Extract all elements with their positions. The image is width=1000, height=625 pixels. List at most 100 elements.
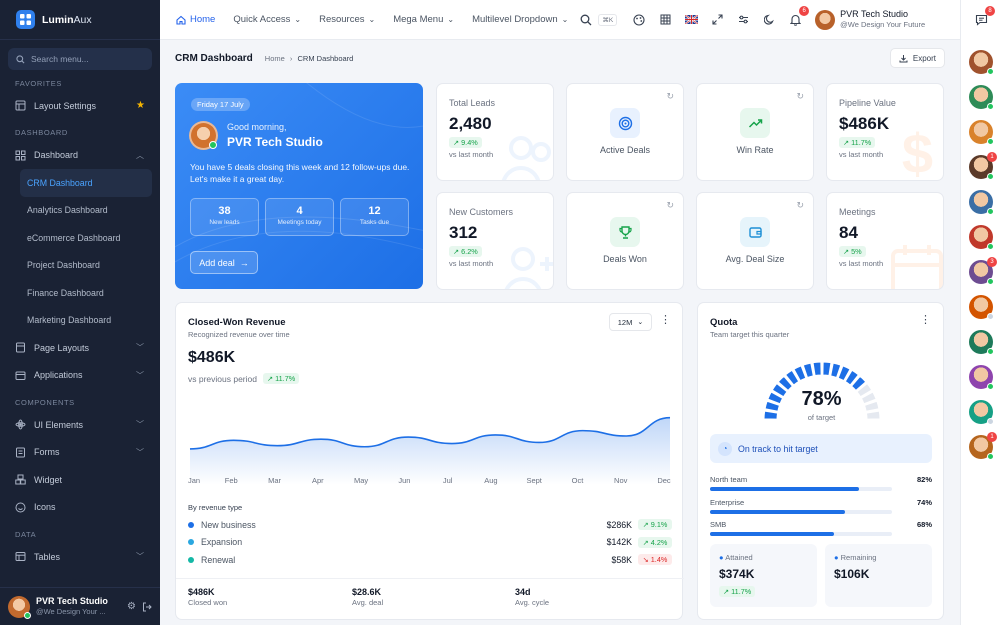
- palette-button[interactable]: [631, 12, 647, 28]
- contact-avatar[interactable]: [969, 120, 994, 145]
- legend-dot: [188, 521, 194, 528]
- quota-title: Quota: [710, 317, 738, 328]
- sidebar-search[interactable]: Search menu...: [8, 48, 152, 70]
- refresh-icon[interactable]: ↻: [666, 200, 674, 211]
- stat-value: 38: [218, 205, 231, 217]
- logout-icon[interactable]: [142, 602, 152, 612]
- contact-avatar[interactable]: [969, 330, 994, 355]
- fullscreen-button[interactable]: [709, 12, 725, 28]
- status-text: On track to hit target: [738, 443, 818, 454]
- range-select[interactable]: 12M ⌄: [609, 313, 652, 331]
- nav-mega-menu[interactable]: Mega Menu ⌄: [393, 14, 454, 25]
- breadcrumb-home[interactable]: Home: [265, 54, 285, 63]
- x-tick-label: Nov: [614, 476, 628, 485]
- sidebar-item-icons[interactable]: Icons: [0, 494, 160, 522]
- sidebar-sub-crm-dashboard[interactable]: CRM Dashboard: [20, 169, 152, 197]
- user-menu[interactable]: PVR Tech Studio @We Design Your Future: [815, 9, 925, 30]
- sidebar-sub-project-dashboard[interactable]: Project Dashboard: [0, 252, 160, 280]
- nav-label: Mega Menu: [393, 14, 444, 25]
- brand[interactable]: LuminAux: [0, 0, 160, 40]
- active-deals-card[interactable]: ↻ Active Deals: [566, 83, 684, 181]
- contact-avatar[interactable]: [969, 295, 994, 320]
- range-value: 12M: [617, 317, 633, 327]
- smile-icon: [15, 502, 26, 513]
- attained-label: ● Attained: [719, 553, 753, 562]
- deals-won-card[interactable]: ↻ Deals Won: [566, 192, 684, 290]
- team-progress-row: Enterprise 74%: [710, 498, 932, 521]
- sidebar-item-tables[interactable]: Tables ﹀: [0, 543, 160, 571]
- stat-label: Meetings today: [277, 219, 322, 226]
- sidebar-item-ui-elements[interactable]: UI Elements ﹀: [0, 411, 160, 439]
- nav-multilevel-dropdown[interactable]: Multilevel Dropdown ⌄: [472, 14, 568, 25]
- contact-avatar[interactable]: [969, 190, 994, 215]
- sidebar-sub-analytics-dashboard[interactable]: Analytics Dashboard: [0, 197, 160, 225]
- chevron-down-icon: ﹀: [136, 447, 144, 457]
- arrow-up-right-icon: ↗: [266, 374, 274, 383]
- sidebar-sub-marketing-dashboard[interactable]: Marketing Dashboard: [0, 307, 160, 335]
- nav-quick-access[interactable]: Quick Access ⌄: [233, 14, 301, 25]
- contact-avatar[interactable]: 1: [969, 432, 997, 460]
- sidebar-item-widget[interactable]: Widget: [0, 466, 160, 494]
- avatar: [8, 595, 31, 619]
- x-tick-label: Apr: [311, 476, 324, 485]
- revenue-type-row: New business $286K ↗ 9.1%: [188, 516, 672, 534]
- status-dot: [987, 243, 994, 250]
- notifications-button[interactable]: 6: [787, 5, 810, 28]
- change-badge: ↗ 11.7%: [839, 137, 876, 148]
- refresh-icon[interactable]: ↻: [796, 200, 804, 211]
- sidebar-sub-ecommerce-dashboard[interactable]: eCommerce Dashboard: [0, 224, 160, 252]
- compare-label: vs previous period: [188, 373, 257, 384]
- stat-value: $486K: [839, 114, 890, 133]
- export-button[interactable]: Export: [889, 48, 945, 68]
- chevron-up-icon: ︿: [136, 150, 144, 160]
- chat-button[interactable]: 8: [973, 6, 995, 28]
- user-subtitle: @We Design Your Future: [840, 20, 926, 30]
- sidebar-sub-finance-dashboard[interactable]: Finance Dashboard: [0, 279, 160, 307]
- nav-home[interactable]: Home: [176, 14, 215, 25]
- contact-avatar[interactable]: [969, 50, 994, 75]
- moon-icon: [763, 14, 774, 25]
- team-value: 68%: [916, 520, 932, 529]
- stat-sub: vs last month: [839, 150, 884, 159]
- notification-count: 6: [799, 5, 810, 16]
- star-icon[interactable]: ★: [136, 100, 145, 111]
- refresh-icon[interactable]: ↻: [666, 91, 674, 102]
- settings-button[interactable]: [735, 12, 751, 28]
- contact-avatar[interactable]: 1: [969, 152, 997, 180]
- sidebar-item-applications[interactable]: Applications ﹀: [0, 362, 160, 390]
- language-button[interactable]: [683, 12, 699, 28]
- win-rate-card[interactable]: ↻ Win Rate: [696, 83, 814, 181]
- refresh-icon[interactable]: ↻: [796, 91, 804, 102]
- sidebar-item-forms[interactable]: Forms ﹀: [0, 439, 160, 467]
- theme-toggle[interactable]: [761, 12, 777, 28]
- sidebar-user-sub: @We Design Your ...: [36, 607, 106, 617]
- contact-avatar[interactable]: [969, 225, 994, 250]
- sidebar-item-dashboard[interactable]: Dashboard ︿: [0, 142, 160, 170]
- contact-avatar[interactable]: 3: [969, 257, 997, 285]
- sidebar-item-layout-settings[interactable]: Layout Settings ★: [0, 92, 160, 120]
- contact-avatar[interactable]: [969, 400, 994, 425]
- section-components: COMPONENTS: [15, 397, 75, 407]
- more-vertical-icon[interactable]: ⋮: [660, 315, 671, 326]
- change-badge: ↘ 1.4%: [638, 554, 672, 566]
- apps-button[interactable]: [657, 12, 673, 28]
- type-value: $286K: [606, 519, 632, 530]
- change-badge: ↗ 11.7%: [262, 373, 300, 384]
- avg-deal-size-card[interactable]: ↻ Avg. Deal Size: [696, 192, 814, 290]
- nav-label: Quick Access: [233, 14, 291, 25]
- more-vertical-icon[interactable]: ⋮: [920, 315, 931, 326]
- contact-avatar[interactable]: [969, 365, 994, 390]
- nav-resources[interactable]: Resources ⌄: [319, 14, 375, 25]
- add-deal-button[interactable]: Add deal →: [190, 251, 258, 274]
- stat-value: 2,480: [449, 114, 492, 133]
- contact-avatar[interactable]: [969, 85, 994, 110]
- section-data: DATA: [15, 529, 37, 539]
- message-count: 1: [987, 152, 997, 162]
- team-name: Enterprise: [710, 497, 745, 507]
- search-button[interactable]: [578, 12, 594, 28]
- sidebar-item-label: Tables: [34, 551, 61, 562]
- welcome-card: Friday 17 July Good morning, PVR Tech St…: [175, 83, 423, 289]
- sidebar-user[interactable]: PVR Tech Studio @We Design Your ... ⚙: [0, 587, 160, 625]
- sidebar-item-page-layouts[interactable]: Page Layouts ﹀: [0, 334, 160, 362]
- gear-icon[interactable]: ⚙: [127, 601, 136, 612]
